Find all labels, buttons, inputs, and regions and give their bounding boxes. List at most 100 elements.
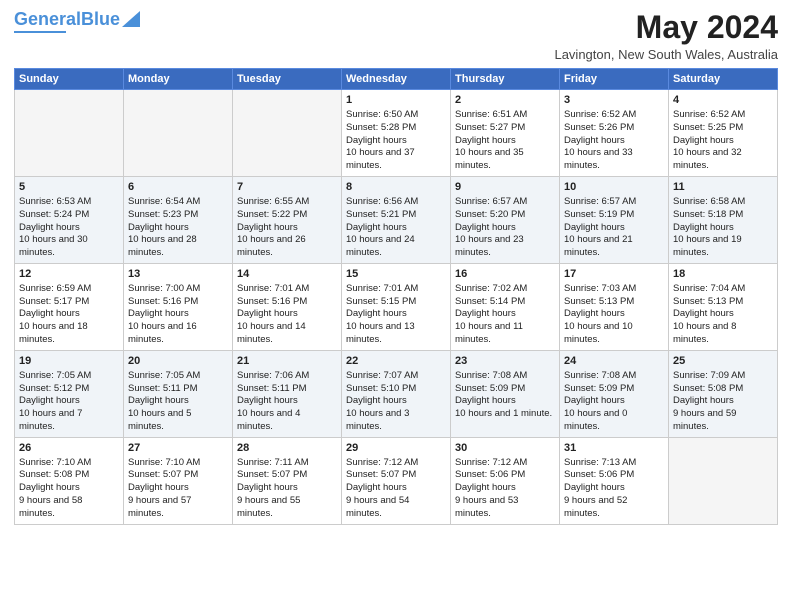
logo-text: GeneralBlue	[14, 10, 120, 30]
day-number: 21	[237, 354, 337, 369]
sunrise-text: Sunrise: 6:54 AM	[128, 196, 200, 207]
daylight-label: Daylight hours	[455, 222, 516, 233]
sunset-text: Sunset: 5:10 PM	[346, 383, 416, 394]
daylight-label: Daylight hours	[673, 395, 734, 406]
daylight-value: 10 hours and 11 minutes.	[455, 321, 523, 345]
logo-line	[14, 31, 66, 33]
day-header-friday: Friday	[560, 69, 669, 90]
calendar-cell: 25 Sunrise: 7:09 AM Sunset: 5:08 PM Dayl…	[669, 350, 778, 437]
calendar-cell: 18 Sunrise: 7:04 AM Sunset: 5:13 PM Dayl…	[669, 264, 778, 351]
calendar-cell: 1 Sunrise: 6:50 AM Sunset: 5:28 PM Dayli…	[342, 90, 451, 177]
sunrise-text: Sunrise: 6:57 AM	[455, 196, 527, 207]
day-number: 13	[128, 267, 228, 282]
daylight-label: Daylight hours	[564, 135, 625, 146]
sunrise-text: Sunrise: 7:12 AM	[455, 457, 527, 468]
sunrise-text: Sunrise: 6:59 AM	[19, 283, 91, 294]
calendar-cell: 8 Sunrise: 6:56 AM Sunset: 5:21 PM Dayli…	[342, 177, 451, 264]
day-number: 1	[346, 93, 446, 108]
day-number: 12	[19, 267, 119, 282]
sunrise-text: Sunrise: 7:08 AM	[564, 370, 636, 381]
daylight-label: Daylight hours	[128, 308, 189, 319]
day-header-tuesday: Tuesday	[233, 69, 342, 90]
sunset-text: Sunset: 5:18 PM	[673, 209, 743, 220]
day-number: 16	[455, 267, 555, 282]
sunrise-text: Sunrise: 7:09 AM	[673, 370, 745, 381]
daylight-label: Daylight hours	[346, 135, 407, 146]
logo-blue: Blue	[81, 9, 120, 29]
sunrise-text: Sunrise: 7:02 AM	[455, 283, 527, 294]
calendar-cell: 6 Sunrise: 6:54 AM Sunset: 5:23 PM Dayli…	[124, 177, 233, 264]
daylight-value: 10 hours and 5 minutes.	[128, 408, 191, 432]
sunset-text: Sunset: 5:19 PM	[564, 209, 634, 220]
daylight-value: 10 hours and 8 minutes.	[673, 321, 736, 345]
sunset-text: Sunset: 5:11 PM	[128, 383, 198, 394]
sunset-text: Sunset: 5:21 PM	[346, 209, 416, 220]
calendar-cell: 9 Sunrise: 6:57 AM Sunset: 5:20 PM Dayli…	[451, 177, 560, 264]
daylight-value: 10 hours and 14 minutes.	[237, 321, 306, 345]
daylight-label: Daylight hours	[19, 222, 80, 233]
calendar-cell: 17 Sunrise: 7:03 AM Sunset: 5:13 PM Dayl…	[560, 264, 669, 351]
calendar-week-row: 19 Sunrise: 7:05 AM Sunset: 5:12 PM Dayl…	[15, 350, 778, 437]
day-number: 27	[128, 441, 228, 456]
sunset-text: Sunset: 5:25 PM	[673, 122, 743, 133]
calendar-cell: 14 Sunrise: 7:01 AM Sunset: 5:16 PM Dayl…	[233, 264, 342, 351]
day-number: 6	[128, 180, 228, 195]
daylight-value: 10 hours and 23 minutes.	[455, 234, 524, 258]
daylight-value: 10 hours and 7 minutes.	[19, 408, 82, 432]
daylight-value: 10 hours and 10 minutes.	[564, 321, 633, 345]
sunset-text: Sunset: 5:07 PM	[128, 469, 198, 480]
daylight-label: Daylight hours	[673, 135, 734, 146]
month-title: May 2024	[554, 10, 778, 45]
calendar-cell	[15, 90, 124, 177]
daylight-label: Daylight hours	[128, 395, 189, 406]
calendar-cell	[233, 90, 342, 177]
sunset-text: Sunset: 5:09 PM	[455, 383, 525, 394]
daylight-value: 9 hours and 55 minutes.	[237, 495, 300, 519]
daylight-value: 9 hours and 58 minutes.	[19, 495, 82, 519]
page: GeneralBlue May 2024 Lavington, New Sout…	[0, 0, 792, 612]
daylight-value: 10 hours and 26 minutes.	[237, 234, 306, 258]
daylight-label: Daylight hours	[346, 482, 407, 493]
calendar-cell: 29 Sunrise: 7:12 AM Sunset: 5:07 PM Dayl…	[342, 437, 451, 524]
sunrise-text: Sunrise: 7:07 AM	[346, 370, 418, 381]
day-number: 20	[128, 354, 228, 369]
daylight-value: 10 hours and 28 minutes.	[128, 234, 197, 258]
sunset-text: Sunset: 5:13 PM	[564, 296, 634, 307]
calendar-header-row: SundayMondayTuesdayWednesdayThursdayFrid…	[15, 69, 778, 90]
sunset-text: Sunset: 5:08 PM	[19, 469, 89, 480]
sunrise-text: Sunrise: 6:52 AM	[564, 109, 636, 120]
day-number: 7	[237, 180, 337, 195]
daylight-value: 10 hours and 32 minutes.	[673, 147, 742, 171]
calendar-cell: 24 Sunrise: 7:08 AM Sunset: 5:09 PM Dayl…	[560, 350, 669, 437]
daylight-label: Daylight hours	[19, 395, 80, 406]
sunrise-text: Sunrise: 7:10 AM	[19, 457, 91, 468]
sunrise-text: Sunrise: 7:08 AM	[455, 370, 527, 381]
calendar-cell	[669, 437, 778, 524]
daylight-value: 10 hours and 30 minutes.	[19, 234, 88, 258]
calendar-cell: 31 Sunrise: 7:13 AM Sunset: 5:06 PM Dayl…	[560, 437, 669, 524]
daylight-value: 9 hours and 52 minutes.	[564, 495, 627, 519]
daylight-value: 9 hours and 59 minutes.	[673, 408, 736, 432]
sunrise-text: Sunrise: 6:53 AM	[19, 196, 91, 207]
daylight-value: 9 hours and 53 minutes.	[455, 495, 518, 519]
calendar-cell: 11 Sunrise: 6:58 AM Sunset: 5:18 PM Dayl…	[669, 177, 778, 264]
day-header-thursday: Thursday	[451, 69, 560, 90]
calendar-cell: 10 Sunrise: 6:57 AM Sunset: 5:19 PM Dayl…	[560, 177, 669, 264]
calendar-cell: 27 Sunrise: 7:10 AM Sunset: 5:07 PM Dayl…	[124, 437, 233, 524]
day-header-wednesday: Wednesday	[342, 69, 451, 90]
daylight-value: 10 hours and 3 minutes.	[346, 408, 409, 432]
day-number: 15	[346, 267, 446, 282]
calendar-cell: 5 Sunrise: 6:53 AM Sunset: 5:24 PM Dayli…	[15, 177, 124, 264]
day-number: 9	[455, 180, 555, 195]
calendar-cell: 28 Sunrise: 7:11 AM Sunset: 5:07 PM Dayl…	[233, 437, 342, 524]
day-number: 3	[564, 93, 664, 108]
daylight-label: Daylight hours	[564, 308, 625, 319]
logo-general: General	[14, 9, 81, 29]
calendar-cell: 26 Sunrise: 7:10 AM Sunset: 5:08 PM Dayl…	[15, 437, 124, 524]
daylight-label: Daylight hours	[237, 395, 298, 406]
daylight-label: Daylight hours	[128, 222, 189, 233]
sunset-text: Sunset: 5:28 PM	[346, 122, 416, 133]
sunrise-text: Sunrise: 7:10 AM	[128, 457, 200, 468]
title-block: May 2024 Lavington, New South Wales, Aus…	[554, 10, 778, 62]
day-number: 5	[19, 180, 119, 195]
